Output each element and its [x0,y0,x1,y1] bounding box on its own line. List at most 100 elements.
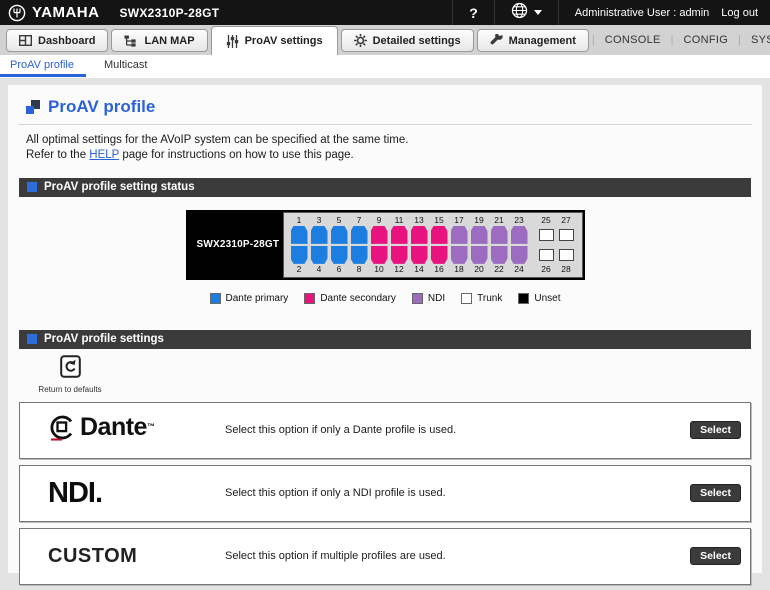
page-title-icon [26,100,40,114]
port-9-dante-secondary [370,225,388,244]
gear-icon [353,34,367,47]
port-25-trunk [538,228,554,241]
port-8-dante-primary [350,245,368,264]
return-to-defaults-icon [59,355,81,383]
port-22-ndi [490,245,508,264]
port-number: 8 [356,263,362,274]
port-3-dante-primary [310,225,328,244]
port-number: 26 [541,263,551,274]
port-5-dante-primary [330,225,348,244]
port-26-trunk [538,248,554,261]
select-button-dante[interactable]: Select [690,421,741,440]
top-link-config[interactable]: CONFIG [674,34,739,46]
port-number: 10 [374,263,384,274]
legend-label: NDI [427,292,446,304]
port-column: 11 12 [390,215,409,275]
port-column: 23 24 [510,215,529,275]
top-link-console[interactable]: CONSOLE [595,34,671,46]
port-17-ndi [450,225,468,244]
tab-dashboard[interactable]: Dashboard [6,29,109,52]
page-description: All optimal settings for the AVoIP syste… [26,133,752,163]
port-number: 14 [414,263,424,274]
user-label: Administrative User : admin [557,0,716,25]
legend-item-dante-primary: Dante primary [209,292,288,304]
port-16-dante-secondary [430,245,448,264]
switch-diagram: SWX2310P-28GT 1 2 3 4 5 6 7 8 9 10 11 12 13 14 15 16 17 1… [185,209,585,280]
return-to-defaults-button[interactable]: Return to defaults [38,355,102,394]
yamaha-logo-icon [8,4,26,22]
port-number: 2 [296,263,302,274]
port-number: 1 [296,214,302,225]
lan-map-icon [124,35,138,47]
port-number: 12 [394,263,404,274]
legend-label: Unset [534,292,561,304]
settings-section-header: ProAV profile settings [19,329,751,349]
legend-swatch-trunk [461,292,473,304]
port-number: 9 [376,214,382,225]
port-number: 27 [561,214,571,225]
port-27-trunk [558,228,574,241]
ndi-description: Select this option if only a NDI profile… [225,487,446,500]
port-column: 34 [310,215,329,275]
ndi-logo: NDI. [20,477,225,510]
port-number: 17 [454,214,464,225]
port-21-ndi [490,225,508,244]
content-card: ProAV profile All optimal settings for t… [8,85,762,585]
subtab-proav-profile[interactable]: ProAV profile [0,55,86,77]
tab-detailed-settings[interactable]: Detailed settings [340,29,474,52]
port-number: 7 [356,214,362,225]
caret-down-icon [533,10,542,15]
select-button-custom[interactable]: Select [690,547,741,566]
port-number: 5 [336,214,342,225]
dante-symbol-icon [48,412,77,448]
dante-logo-text: Dante™ [80,413,155,442]
language-selector[interactable] [493,0,558,25]
ndi-logo-text: NDI. [48,476,103,509]
port-column: 27 28 [557,215,576,275]
port-2-dante-primary [290,245,308,264]
port-15-dante-secondary [430,225,448,244]
help-link[interactable]: HELP [89,149,119,161]
page-background: ProAV profile All optimal settings for t… [0,78,770,590]
legend-item-dante-secondary: Dante secondary [304,292,396,304]
port-11-dante-secondary [390,225,408,244]
legend-swatch-dante-primary [209,292,221,304]
tab-label: Detailed settings [372,34,461,47]
dashboard-icon [19,35,32,46]
port-18-ndi [450,245,468,264]
custom-description: Select this option if multiple profiles … [225,550,446,563]
port-1-dante-primary [290,225,308,244]
model-name: SWX2310P-28GT [119,5,220,20]
title-divider [18,124,752,125]
port-number: 22 [494,263,504,274]
port-number: 11 [394,214,404,225]
top-link-syslog[interactable]: SYSLOG [741,34,770,46]
main-tab-bar: Dashboard LAN MAP ProAV settings Detailed s… [0,25,770,55]
legend-swatch-ndi [411,292,423,304]
help-button[interactable]: ? [452,0,494,25]
select-button-ndi[interactable]: Select [690,484,741,503]
port-column: 19 20 [470,215,489,275]
port-number: 6 [336,263,342,274]
tab-management[interactable]: Management [476,29,589,52]
legend-label: Dante secondary [320,292,396,304]
section-marker-icon [27,182,37,193]
profile-option-dante: Dante™ Select this option if only a Dante… [19,401,751,459]
port-19-ndi [470,225,488,244]
port-28-trunk [558,248,574,261]
port-number: 20 [474,263,484,274]
custom-logo: CUSTOM [20,545,225,568]
port-column: 21 22 [490,215,509,275]
top-links: |CONSOLE|CONFIG|SYSLOG|TECHINFO [592,34,770,46]
logout-link[interactable]: Log out [715,0,770,25]
port-13-dante-secondary [410,225,428,244]
tab-label: Dashboard [38,34,96,47]
description-line2-prefix: Refer to the [26,148,90,161]
tab-proav-settings[interactable]: ProAV settings [210,26,338,55]
globe-icon [511,2,528,24]
trademark-symbol: ™ [146,422,155,432]
tab-lan-map[interactable]: LAN MAP [111,29,208,52]
description-line2-suffix: page for instructions on how to use this… [119,148,354,161]
port-10-dante-secondary [370,245,388,264]
subtab-multicast[interactable]: Multicast [94,55,159,77]
